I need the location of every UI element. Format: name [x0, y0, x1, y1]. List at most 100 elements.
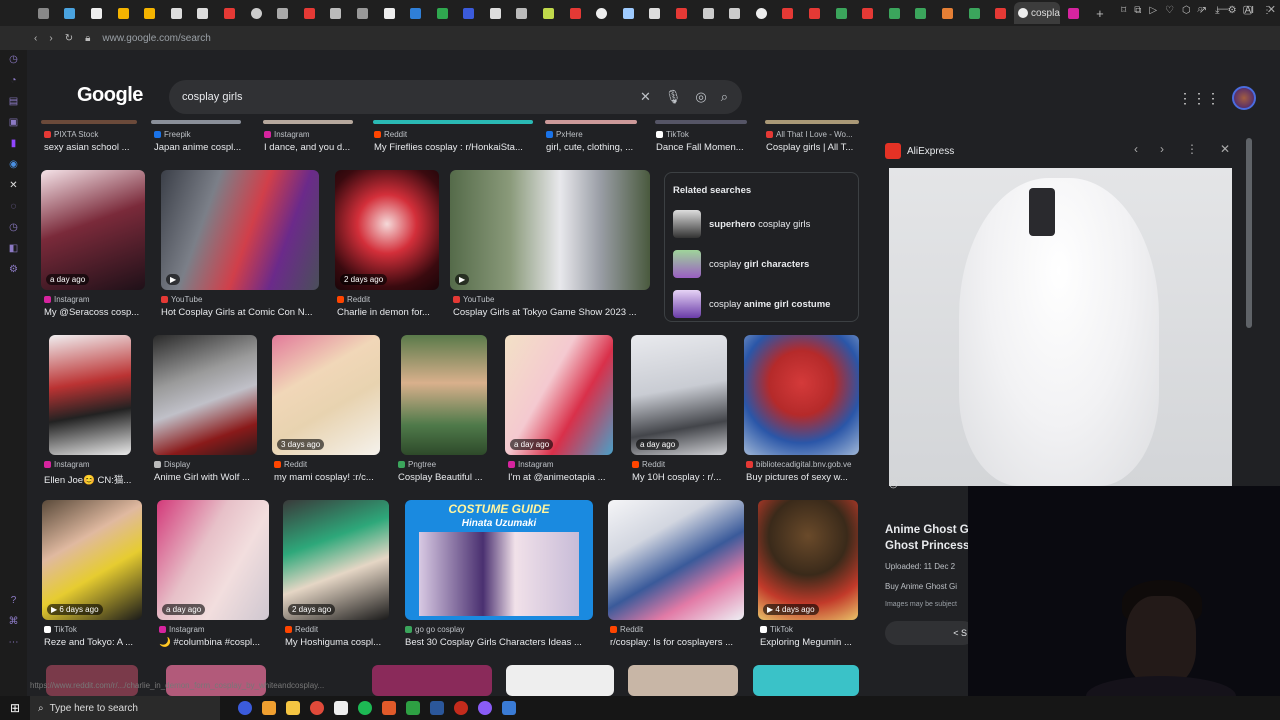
tab[interactable] [775, 0, 802, 26]
tab[interactable] [110, 0, 137, 26]
result-thumbnail[interactable]: a day ago [631, 335, 727, 455]
result-title[interactable]: I'm at @animeotapia ... [508, 472, 614, 483]
tab[interactable] [190, 0, 217, 26]
screenshot-icon[interactable]: ⧉ [1134, 5, 1141, 16]
sidebar-icon[interactable]: ◷ [8, 222, 20, 233]
search-input[interactable]: cosplay girls [182, 91, 243, 103]
tab[interactable] [881, 0, 908, 26]
tab[interactable] [83, 0, 110, 26]
result-title[interactable]: Buy pictures of sexy w... [746, 472, 858, 483]
result-thumbnail[interactable] [655, 120, 747, 124]
messenger-icon[interactable]: ◉ [8, 159, 20, 170]
tab[interactable] [562, 0, 589, 26]
twitch-icon[interactable]: ▮ [8, 138, 20, 149]
result-title[interactable]: Exploring Megumin ... [760, 637, 860, 648]
menu-icon[interactable]: ⋮ [1262, 5, 1272, 16]
result-title[interactable]: Best 30 Cosplay Girls Characters Ideas .… [405, 637, 593, 648]
result-title[interactable]: 🌙 #columbina #cospl... [159, 637, 267, 648]
result-title[interactable]: I dance, and you d... [264, 142, 364, 153]
download-icon[interactable]: ⤓ [1215, 5, 1219, 16]
result-thumbnail[interactable] [151, 120, 241, 124]
result-thumbnail[interactable]: 3 days ago [272, 335, 380, 455]
tab[interactable] [615, 0, 642, 26]
sidebar-icon[interactable]: ◌ [8, 201, 20, 212]
preview-image[interactable] [889, 168, 1232, 486]
visual-search-icon[interactable]: ◎ [889, 479, 905, 495]
forward-icon[interactable]: › [49, 33, 52, 44]
result-thumbnail[interactable]: ▶ [161, 170, 319, 290]
sidebar-icon[interactable]: ◧ [8, 243, 20, 254]
tab[interactable] [136, 0, 163, 26]
result-thumbnail[interactable] [765, 120, 859, 124]
sidebar-icon[interactable]: ⚙ [8, 264, 20, 275]
tab[interactable] [323, 0, 350, 26]
related-search-item[interactable]: cosplay girl characters [673, 244, 850, 284]
windows-start-icon[interactable]: ⊞ [0, 701, 30, 715]
tab[interactable] [509, 0, 536, 26]
tab[interactable] [376, 0, 403, 26]
sidebar-icon[interactable]: ? [8, 595, 20, 606]
word-icon[interactable] [430, 701, 444, 715]
tab[interactable] [429, 0, 456, 26]
result-thumbnail[interactable] [373, 120, 533, 124]
result-title[interactable]: Japan anime cospl... [154, 142, 254, 153]
tab[interactable] [456, 0, 483, 26]
sidebar-icon[interactable]: ◔ [8, 75, 20, 86]
tab[interactable] [1060, 0, 1087, 26]
result-thumbnail[interactable] [608, 500, 744, 620]
app-icon[interactable] [478, 701, 492, 715]
tab[interactable] [748, 0, 775, 26]
tab[interactable] [908, 0, 935, 26]
tab[interactable] [721, 0, 748, 26]
result-thumbnail[interactable]: ▶ [450, 170, 650, 290]
active-tab[interactable]: cosplа [1013, 2, 1060, 24]
x-icon[interactable]: ✕ [8, 180, 20, 191]
result-thumbnail[interactable]: 2 days ago [283, 500, 389, 620]
back-icon[interactable]: ‹ [34, 33, 37, 44]
result-thumbnail[interactable] [372, 665, 492, 696]
sidebar-icon[interactable]: ▤ [8, 96, 20, 107]
tab[interactable] [57, 0, 84, 26]
result-title[interactable]: My Fireflies cosplay : r/HonkaiSta... [374, 142, 532, 153]
clear-icon[interactable]: ✕ [640, 89, 651, 105]
taskbar-search[interactable]: ⌕ Type here to search [30, 696, 220, 720]
panel-title[interactable]: Anime Ghost Gi Ghost Princess [885, 522, 975, 554]
result-thumbnail[interactable]: ▶ 4 days ago [758, 500, 858, 620]
tab[interactable] [243, 0, 270, 26]
settings-icon[interactable]: ⚙ [1228, 5, 1237, 16]
result-title[interactable]: my mami cosplay! :r/c... [274, 472, 382, 483]
tab[interactable] [695, 0, 722, 26]
panel-scrollbar[interactable] [1246, 138, 1252, 328]
result-thumbnail[interactable]: 2 days ago [335, 170, 439, 290]
tab[interactable] [482, 0, 509, 26]
tab[interactable] [588, 0, 615, 26]
panel-source[interactable]: AliExpress [885, 143, 954, 159]
result-title[interactable]: Dance Fall Momen... [656, 142, 748, 153]
result-title[interactable]: Hot Cosplay Girls at Comic Con N... [161, 307, 321, 318]
avatar[interactable] [1232, 86, 1256, 110]
result-thumbnail[interactable]: a day ago [157, 500, 269, 620]
result-title[interactable]: r/cosplay: Is for cosplayers ... [610, 637, 744, 648]
google-logo[interactable]: Google [77, 84, 143, 107]
tab[interactable] [216, 0, 243, 26]
reload-icon[interactable]: ↻ [65, 33, 73, 44]
result-title[interactable]: girl, cute, clothing, ... [546, 142, 646, 153]
sidebar-icon[interactable]: ⋯ [8, 637, 20, 648]
mic-icon[interactable]: 🎙︎ [665, 89, 682, 105]
result-title[interactable]: Cosplay girls | All T... [766, 142, 858, 153]
tab[interactable] [854, 0, 881, 26]
tab[interactable] [296, 0, 323, 26]
result-thumbnail[interactable] [753, 665, 859, 696]
app-icon[interactable] [262, 701, 276, 715]
spotify-icon[interactable] [358, 701, 372, 715]
result-thumbnail[interactable] [263, 120, 353, 124]
result-title[interactable]: Charlie in demon for... [337, 307, 437, 318]
result-thumbnail[interactable] [49, 335, 131, 455]
sidebar-icon[interactable]: ⌘ [8, 616, 20, 627]
next-icon[interactable]: › [1160, 142, 1164, 156]
app-icon[interactable] [502, 701, 516, 715]
new-tab-button[interactable]: + [1087, 0, 1114, 26]
tab[interactable] [535, 0, 562, 26]
close-icon[interactable]: ✕ [1220, 142, 1230, 156]
result-thumbnail[interactable]: COSTUME GUIDE Hinata Uzumaki [405, 500, 593, 620]
